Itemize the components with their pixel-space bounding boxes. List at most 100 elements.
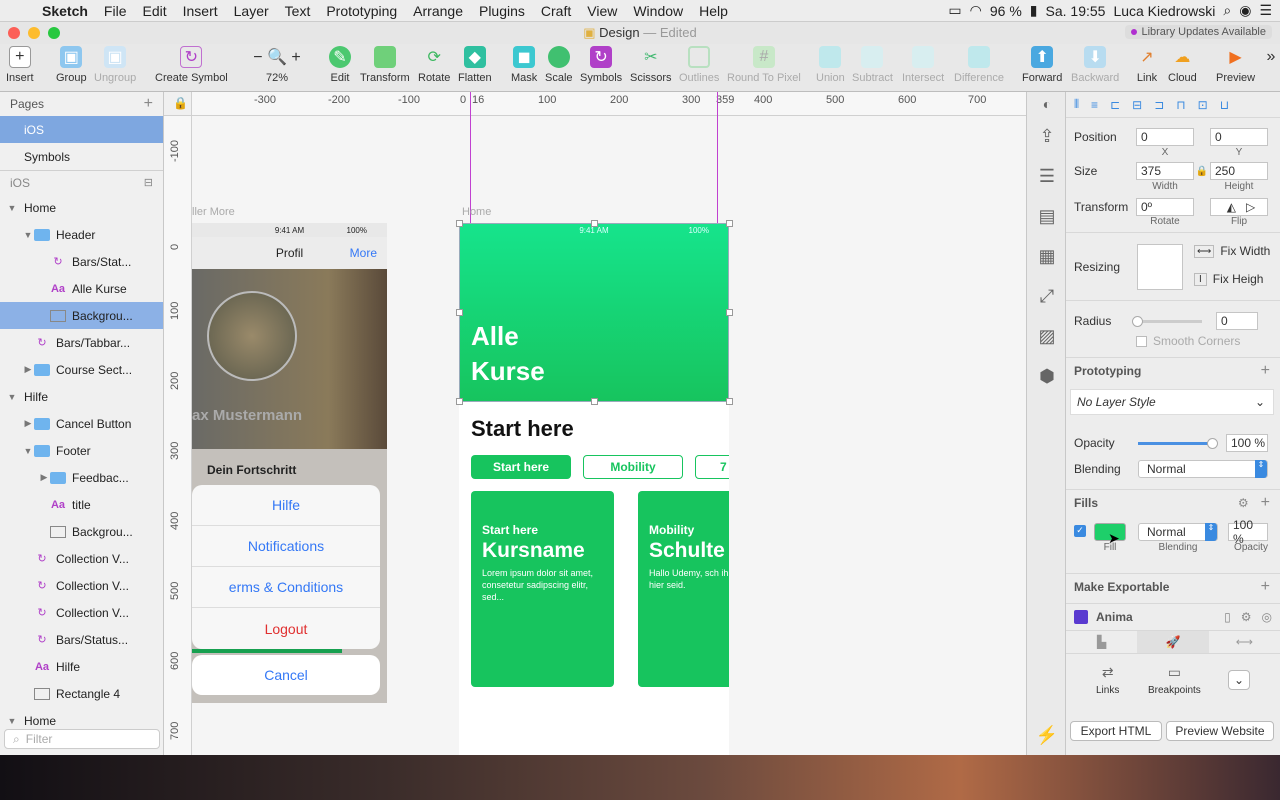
toolbar-overflow-button[interactable]: » [1260,46,1280,72]
layer-row[interactable]: ↻ Collection V... [0,545,163,572]
menu-craft[interactable]: Craft [533,3,579,19]
layer-row[interactable]: ▼ Footer [0,437,163,464]
resize-handle[interactable] [591,220,598,227]
flip-control[interactable]: ◭ ▷ [1210,198,1268,216]
create-symbol-button[interactable]: ↻ Create Symbol [155,46,228,84]
layer-row[interactable]: ▼ Home [0,194,163,221]
cancel-button[interactable]: Cancel [192,655,380,695]
fix-height-toggle[interactable]: I Fix Heigh [1194,272,1263,286]
tab-launch-icon[interactable]: 🚀 [1137,631,1209,653]
mask-button[interactable]: ◼ Mask [511,46,537,84]
menu-view[interactable]: View [579,3,625,19]
layer-row[interactable]: ↻ Collection V... [0,572,163,599]
sheet-item-terms[interactable]: erms & Conditions [192,567,380,608]
align-middle-icon[interactable]: ⊡ [1198,98,1208,112]
chip-mobility[interactable]: Mobility [583,455,683,479]
menu-edit[interactable]: Edit [134,3,174,19]
round-to-pixel-button[interactable]: # Round To Pixel [727,46,801,84]
slider-knob[interactable] [1207,437,1218,449]
align-left-icon[interactable]: ⊏ [1110,98,1120,112]
collapse-icon[interactable]: ⊟ [144,176,153,189]
backward-button[interactable]: ⬇ Backward [1071,46,1119,84]
y-field[interactable]: 0 [1210,128,1268,146]
panel-icon[interactable]: ▯ [1224,610,1231,624]
export-html-button[interactable]: Export HTML [1070,721,1162,741]
layer-row[interactable]: Backgrou... [0,518,163,545]
height-field[interactable]: 250 [1210,162,1268,180]
layer-row[interactable]: ↻ Bars/Status... [0,626,163,653]
zoom-control[interactable]: − 🔍 +72% [250,46,304,84]
disclosure-arrow-icon[interactable]: ▼ [6,392,18,402]
add-export-icon[interactable]: + [1261,578,1270,596]
menu-file[interactable]: File [96,3,135,19]
disclosure-arrow-icon[interactable]: ▶ [38,472,50,483]
align-top-icon[interactable]: ⊓ [1176,98,1185,112]
layer-style-select[interactable]: No Layer Style ⌄ [1070,389,1274,415]
fix-width-toggle[interactable]: ⟷ Fix Width [1194,244,1270,258]
info-icon[interactable]: ◎ [1262,610,1272,624]
slider-knob[interactable] [1132,315,1143,327]
page-item-ios[interactable]: iOS [0,116,163,143]
siri-icon[interactable]: ◉ [1239,2,1251,19]
resize-handle[interactable] [726,309,733,316]
chip-start-here[interactable]: Start here [471,455,571,479]
list-icon[interactable]: ▤ [1027,196,1067,236]
menu-prototyping[interactable]: Prototyping [318,3,405,19]
wifi-icon[interactable]: ◠ [970,2,982,19]
menu-help[interactable]: Help [691,3,736,19]
expand-button[interactable]: ⌄ [1228,670,1250,690]
edit-button[interactable]: ✎ Edit [329,46,351,84]
artboard-label-home[interactable]: Home [462,206,491,218]
layer-row[interactable]: Rectangle 4 [0,680,163,707]
symbols-button[interactable]: ↻ Symbols [580,46,622,84]
smooth-corners-checkbox[interactable]: Smooth Corners [1136,334,1240,348]
horizontal-ruler[interactable]: -300 -200 -100 0 16 100 200 300 359 400 500 600 700 [192,92,1026,116]
width-field[interactable]: 375 [1136,162,1194,180]
crop-icon[interactable]: ⤢ [1027,276,1067,316]
bolt-icon[interactable]: ⚡ [1027,715,1067,755]
outlines-button[interactable]: Outlines [679,46,719,84]
transform-button[interactable]: Transform [360,46,410,84]
rotate-button[interactable]: ⟳ Rotate [418,46,450,84]
share-icon[interactable]: ⇪ [1027,116,1067,156]
rotate-field[interactable]: 0º [1136,198,1194,216]
fill-opacity-field[interactable]: 100 % [1228,518,1268,546]
layer-row[interactable]: ↻ Collection V... [0,599,163,626]
sheet-item-logout[interactable]: Logout [192,608,380,649]
fill-blending-select[interactable]: Normal ⇕ [1138,523,1218,541]
hexagon-icon[interactable]: ⬢ [1027,356,1067,396]
difference-button[interactable]: Difference [954,46,1004,84]
more-button[interactable]: More [350,246,377,260]
gear-icon[interactable]: ⚙ [1241,610,1252,624]
menu-plugins[interactable]: Plugins [471,3,533,19]
add-page-icon[interactable]: + [144,95,153,113]
resize-handle[interactable] [591,398,598,405]
align-bottom-icon[interactable]: ⊔ [1220,98,1229,112]
layer-row[interactable]: ▼ Header [0,221,163,248]
ungroup-button[interactable]: ▣ Ungroup [94,46,136,84]
disclosure-arrow-icon[interactable]: ▼ [6,716,18,726]
notification-center-icon[interactable]: ☰ [1259,2,1272,19]
resize-handle[interactable] [456,309,463,316]
preview-website-button[interactable]: Preview Website [1166,721,1274,741]
layer-row[interactable]: ▶ Cancel Button [0,410,163,437]
subtract-button[interactable]: Subtract [852,46,893,84]
lock-ratio-icon[interactable]: 🔒 [1194,166,1210,177]
menu-window[interactable]: Window [625,3,691,19]
opacity-slider[interactable] [1138,437,1218,449]
cloud-button[interactable]: ☁ Cloud [1168,46,1197,84]
radius-slider[interactable] [1132,315,1202,327]
resize-handle[interactable] [726,398,733,405]
resize-handle[interactable] [726,220,733,227]
layer-row[interactable]: ↻ Bars/Tabbar... [0,329,163,356]
layer-row[interactable]: Backgrou... [0,302,163,329]
opacity-field[interactable]: 100 % [1226,434,1268,452]
scissors-button[interactable]: ✂ Scissors [630,46,672,84]
clock[interactable]: Sa. 19:55 [1046,3,1106,19]
course-card[interactable]: Mobility Schulte Hallo Udemy, sch ihr hi… [638,491,729,687]
disclosure-arrow-icon[interactable]: ▼ [22,230,34,240]
x-field[interactable]: 0 [1136,128,1194,146]
menu-insert[interactable]: Insert [175,3,226,19]
layer-row[interactable]: ▶ Feedbac... [0,464,163,491]
battery-icon[interactable]: ▮ [1030,2,1038,19]
